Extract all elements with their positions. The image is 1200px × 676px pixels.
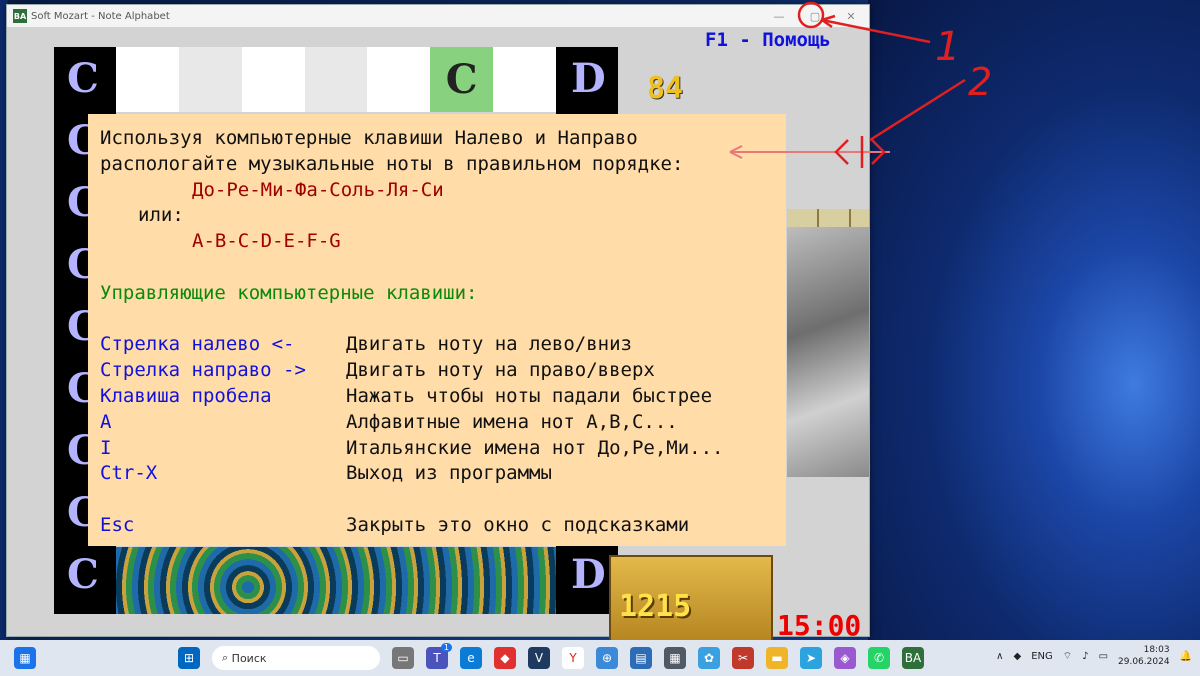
anydesk-icon[interactable]: ◆ <box>494 647 516 669</box>
note-slots: C <box>116 47 557 112</box>
key-name: Esc <box>100 513 135 536</box>
taskbar: ▦ ⊞ ⌕ Поиск ▭ T1 e ◆ V Y ⊕ ▤ ▦ ✿ ✂ ▬ ➤ ◈… <box>0 640 1200 676</box>
clock[interactable]: 18:03 29.06.2024 <box>1118 644 1170 668</box>
note-slot <box>116 47 179 112</box>
key-name: Клавиша пробела <box>100 384 272 407</box>
keys-heading: Управляющие компьютерные клавиши: <box>100 281 478 304</box>
key-action: Закрыть это окно с подсказками <box>346 513 690 536</box>
chevron-up-icon[interactable]: ∧ <box>996 651 1003 662</box>
window-title: Soft Mozart - Note Alphabet <box>31 10 170 22</box>
or-label: или: <box>138 204 184 227</box>
right-note: D <box>571 551 606 598</box>
mozart-portrait <box>787 227 869 477</box>
key-name: I <box>100 436 112 459</box>
sequence-ru: До-Ре-Ми-Фа-Соль-Ля-Си <box>192 178 444 201</box>
key-action: Двигать ноту на право/вверх <box>346 359 655 382</box>
notifications-icon[interactable]: 🔔 <box>1180 651 1192 662</box>
security-icon[interactable]: ◆ <box>1014 651 1022 662</box>
title-bar[interactable]: BA Soft Mozart - Note Alphabet — ▢ ✕ <box>7 5 869 27</box>
teams-icon[interactable]: T1 <box>426 643 452 669</box>
soft-mozart-icon[interactable]: BA <box>902 647 924 669</box>
note-slot <box>367 47 431 112</box>
key-name: Стрелка направо -> <box>100 359 306 382</box>
system-tray: ∧ ◆ ENG ⌔ ♪ ▭ 18:03 29.06.2024 🔔 <box>996 644 1192 668</box>
clock-time: 18:03 <box>1143 645 1170 655</box>
sequence-en: A-B-C-D-E-F-G <box>192 230 341 253</box>
help-panel: Используя компьютерные клавиши Налево и … <box>88 114 786 546</box>
key-action: Алфавитные имена нот A,B,C... <box>346 410 678 433</box>
start-icon[interactable]: ⊞ <box>178 647 200 669</box>
edge-icon[interactable]: e <box>460 647 482 669</box>
active-note: C <box>430 47 494 112</box>
snipping-tool-icon[interactable]: ✂ <box>732 647 754 669</box>
right-note: D <box>571 55 606 102</box>
key-name: Ctr-X <box>100 462 158 485</box>
whatsapp-icon[interactable]: ✆ <box>868 647 890 669</box>
yandex-icon[interactable]: Y <box>562 647 584 669</box>
key-row: I Итальянские имена нот До,Ре,Ми... <box>100 436 786 462</box>
peacock-image <box>116 547 556 614</box>
close-button[interactable]: ✕ <box>833 10 869 23</box>
telegram-icon[interactable]: ➤ <box>800 647 822 669</box>
search-icon: ⌕ <box>222 651 232 664</box>
minimize-button[interactable]: — <box>761 10 797 23</box>
task-view-icon[interactable]: ▭ <box>392 647 414 669</box>
note-slot <box>304 47 368 112</box>
key-row: Ctr-X Выход из программы <box>100 461 786 487</box>
note-slot <box>241 47 305 112</box>
left-note: C <box>67 55 99 102</box>
desktop-wallpaper <box>868 0 1200 640</box>
key-row: Esc Закрыть это окно с подсказками <box>100 513 786 539</box>
battery-icon[interactable]: ▭ <box>1099 651 1108 662</box>
key-row: Клавиша пробела Нажать чтобы ноты падали … <box>100 384 786 410</box>
intro-line: распологайте музыкальные ноты в правильн… <box>100 152 684 175</box>
key-row: Стрелка направо -> Двигать ноту на право/… <box>100 358 786 384</box>
search-input[interactable]: ⌕ Поиск <box>212 646 380 670</box>
key-action: Выход из программы <box>346 462 552 485</box>
calculator-icon[interactable]: ▦ <box>664 647 686 669</box>
file-explorer-icon[interactable]: ▬ <box>766 647 788 669</box>
note-slot <box>493 47 557 112</box>
maximize-button[interactable]: ▢ <box>797 10 833 23</box>
note-slot <box>178 47 242 112</box>
widgets-icon[interactable]: ▦ <box>14 647 36 669</box>
clock-date: 29.06.2024 <box>1118 657 1170 667</box>
vectorworks-icon[interactable]: V <box>528 647 550 669</box>
calculator-remote-icon[interactable]: ▤ <box>630 647 652 669</box>
chest-score: 1215 <box>619 589 692 624</box>
score-counter: 84 <box>647 71 684 106</box>
key-action: Двигать ноту на лево/вниз <box>346 333 632 356</box>
key-action: Итальянские имена нот До,Ре,Ми... <box>346 436 724 459</box>
timer: 15:00 <box>777 609 862 642</box>
left-note: C <box>67 551 99 598</box>
key-row: A Алфавитные имена нот A,B,C... <box>100 410 786 436</box>
notification-badge: 1 <box>440 643 452 652</box>
language-indicator[interactable]: ENG <box>1031 651 1053 662</box>
intro-line: Используя компьютерные клавиши Налево и … <box>100 127 638 149</box>
app-icon: BA <box>13 9 27 23</box>
key-name: A <box>100 410 112 433</box>
volume-icon[interactable]: ♪ <box>1082 651 1088 662</box>
wifi-icon[interactable]: ⌔ <box>1063 650 1072 663</box>
key-action: Нажать чтобы ноты падали быстрее <box>346 384 713 407</box>
network-icon[interactable]: ✿ <box>698 647 720 669</box>
key-name: Стрелка налево <- <box>100 333 295 356</box>
map-icon[interactable]: ⊕ <box>596 647 618 669</box>
help-hint: F1 - Помощь <box>705 29 831 51</box>
copilot-icon[interactable]: ◈ <box>834 647 856 669</box>
key-row: Стрелка налево <- Двигать ноту на лево/вн… <box>100 332 786 358</box>
